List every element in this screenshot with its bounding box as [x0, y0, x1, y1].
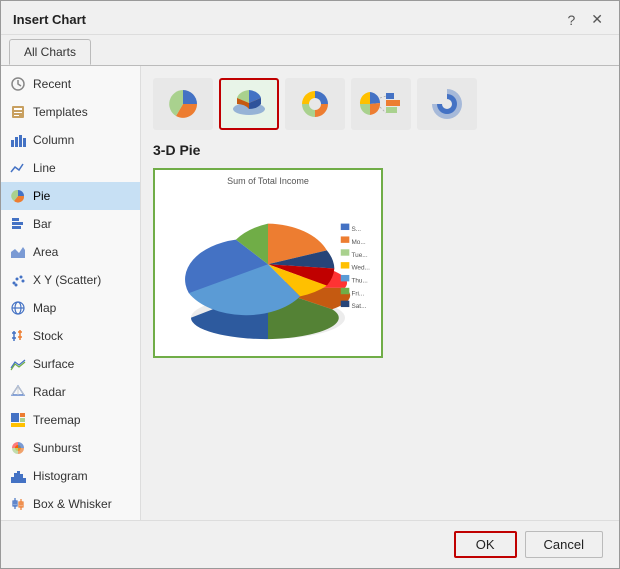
sidebar-label-radar: Radar — [33, 385, 66, 399]
stock-icon — [9, 327, 27, 345]
histogram-icon — [9, 467, 27, 485]
sidebar-item-map[interactable]: Map — [1, 294, 140, 322]
dialog-footer: OK Cancel — [1, 520, 619, 568]
chart-type-pie-2d[interactable] — [153, 78, 213, 130]
svg-text:Mo...: Mo... — [351, 239, 365, 246]
tab-all-charts[interactable]: All Charts — [9, 39, 91, 65]
sidebar-label-surface: Surface — [33, 357, 74, 371]
sidebar-label-box-whisker: Box & Whisker — [33, 497, 112, 511]
svg-text:Wed...: Wed... — [351, 265, 370, 272]
sunburst-icon — [9, 439, 27, 457]
sidebar-item-surface[interactable]: Surface — [1, 350, 140, 378]
preview-chart-label: Sum of Total Income — [227, 176, 309, 186]
sidebar-item-treemap[interactable]: Treemap — [1, 406, 140, 434]
sidebar-label-area: Area — [33, 245, 58, 259]
radar-icon — [9, 383, 27, 401]
main-panel: 3-D Pie Sum of Total Income — [141, 66, 619, 520]
sidebar: Recent Templates Column Line — [1, 66, 141, 520]
selected-chart-title: 3-D Pie — [153, 142, 607, 158]
chart-type-doughnut-ring[interactable] — [417, 78, 477, 130]
sidebar-item-templates[interactable]: Templates — [1, 98, 140, 126]
ok-button[interactable]: OK — [454, 531, 517, 558]
templates-icon — [9, 103, 27, 121]
surface-icon — [9, 355, 27, 373]
sidebar-label-templates: Templates — [33, 105, 88, 119]
sidebar-item-area[interactable]: Area — [1, 238, 140, 266]
treemap-icon — [9, 411, 27, 429]
chart-type-doughnut[interactable] — [285, 78, 345, 130]
chart-types-row — [153, 78, 607, 130]
sidebar-label-histogram: Histogram — [33, 469, 88, 483]
sidebar-item-stock[interactable]: Stock — [1, 322, 140, 350]
tab-bar: All Charts — [1, 35, 619, 66]
svg-text:Thu...: Thu... — [351, 277, 368, 284]
close-button[interactable]: ✕ — [587, 9, 607, 30]
sidebar-label-map: Map — [33, 301, 56, 315]
box-whisker-icon — [9, 495, 27, 513]
sidebar-label-treemap: Treemap — [33, 413, 81, 427]
chart-type-bar-of-pie[interactable] — [351, 78, 411, 130]
sidebar-label-sunburst: Sunburst — [33, 441, 81, 455]
sidebar-label-recent: Recent — [33, 77, 71, 91]
sidebar-label-pie: Pie — [33, 189, 50, 203]
line-icon — [9, 159, 27, 177]
sidebar-label-bar: Bar — [33, 217, 52, 231]
chart-preview: Sum of Total Income — [153, 168, 383, 358]
svg-text:Tue...: Tue... — [351, 252, 367, 259]
svg-text:S...: S... — [351, 226, 361, 233]
dialog-title: Insert Chart — [13, 12, 86, 27]
sidebar-item-recent[interactable]: Recent — [1, 70, 140, 98]
sidebar-label-line: Line — [33, 161, 56, 175]
map-icon — [9, 299, 27, 317]
preview-chart-area: S... Mo... Tue... Wed... Thu... Fri... S… — [161, 190, 375, 354]
scatter-icon — [9, 271, 27, 289]
sidebar-item-box-whisker[interactable]: Box & Whisker — [1, 490, 140, 518]
sidebar-label-stock: Stock — [33, 329, 63, 343]
sidebar-item-scatter[interactable]: X Y (Scatter) — [1, 266, 140, 294]
sidebar-item-histogram[interactable]: Histogram — [1, 462, 140, 490]
sidebar-label-scatter: X Y (Scatter) — [33, 273, 101, 287]
recent-icon — [9, 75, 27, 93]
insert-chart-dialog: Insert Chart ? ✕ All Charts Recent — [0, 0, 620, 569]
sidebar-item-bar[interactable]: Bar — [1, 210, 140, 238]
svg-text:Sat...: Sat... — [351, 303, 366, 310]
sidebar-item-sunburst[interactable]: Sunburst — [1, 434, 140, 462]
sidebar-item-column[interactable]: Column — [1, 126, 140, 154]
bar-icon — [9, 215, 27, 233]
help-button[interactable]: ? — [563, 10, 579, 30]
chart-type-pie-3d[interactable] — [219, 78, 279, 130]
sidebar-item-pie[interactable]: Pie — [1, 182, 140, 210]
cancel-button[interactable]: Cancel — [525, 531, 603, 558]
sidebar-item-line[interactable]: Line — [1, 154, 140, 182]
title-bar: Insert Chart ? ✕ — [1, 1, 619, 35]
pie-icon — [9, 187, 27, 205]
content-area: Recent Templates Column Line — [1, 66, 619, 520]
area-icon — [9, 243, 27, 261]
sidebar-item-radar[interactable]: Radar — [1, 378, 140, 406]
sidebar-label-column: Column — [33, 133, 74, 147]
column-icon — [9, 131, 27, 149]
svg-text:Fri...: Fri... — [351, 290, 364, 297]
title-actions: ? ✕ — [563, 9, 607, 30]
